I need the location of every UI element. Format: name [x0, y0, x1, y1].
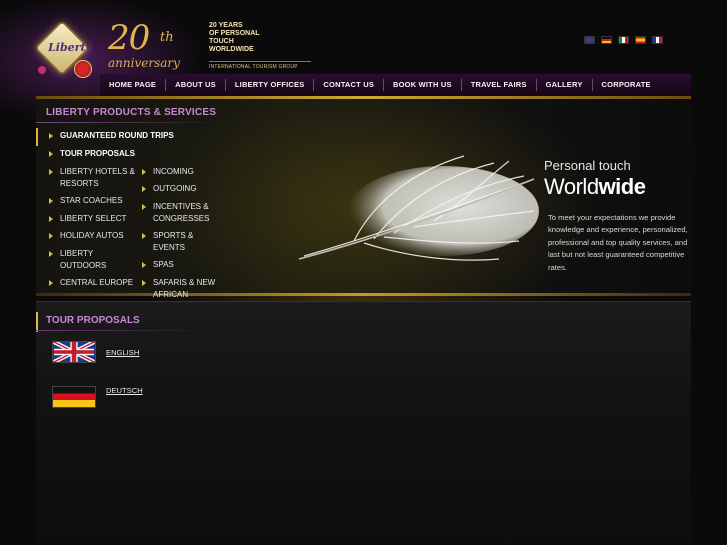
products-title: LIBERTY PRODUCTS & SERVICES [46, 107, 217, 118]
panel-title-underline [36, 330, 206, 331]
hero-top-rule [36, 96, 691, 99]
bullet-icon [49, 198, 53, 204]
nav-book-with-us[interactable]: BOOK WITH US [383, 79, 461, 91]
header: Liberty 20 th anniversary 20 YEARS OF PE… [34, 14, 691, 78]
anniversary-word: anniversary [108, 56, 180, 70]
uk-flag-icon[interactable] [52, 341, 96, 363]
menu-liberty-select[interactable]: LIBERTY SELECT [60, 213, 126, 225]
nav-liberty-offices[interactable]: LIBERTY OFFICES [224, 79, 314, 91]
hero-line-personal-touch: Personal touch [544, 158, 631, 173]
active-marker [36, 128, 38, 146]
language-link-english[interactable]: ENGLISH [106, 348, 139, 357]
liberty-logo[interactable]: Liberty [34, 20, 102, 78]
language-flags [584, 36, 663, 44]
germany-flag-icon[interactable] [601, 36, 612, 44]
tagline-line: WORLDWIDE [209, 46, 254, 53]
uk-flag-icon[interactable] [584, 36, 595, 44]
main-nav: HOME PAGE ABOUT US LIBERTY OFFICES CONTA… [100, 74, 691, 96]
bullet-icon [49, 133, 53, 139]
menu-holiday-autos[interactable]: HOLIDAY AUTOS [60, 230, 124, 242]
bullet-icon [142, 233, 146, 239]
menu-sports-events[interactable]: SPORTS & EVENTS [153, 230, 203, 253]
anniversary-suffix: th [160, 30, 174, 45]
feather-image [298, 155, 539, 261]
bullet-icon [49, 216, 53, 222]
bullet-icon [142, 280, 146, 286]
hero-world: World [544, 174, 599, 199]
bullet-icon [49, 151, 53, 157]
bullet-icon [49, 251, 53, 257]
menu-star-coaches[interactable]: STAR COACHES [60, 195, 123, 207]
menu-outgoing[interactable]: OUTGOING [153, 183, 197, 195]
tour-proposals-title: TOUR PROPOSALS [46, 315, 140, 326]
hero-description: To meet your expectations we provide kno… [548, 213, 688, 272]
menu-guaranteed-round-trips[interactable]: GUARANTEED ROUND TRIPS [60, 130, 174, 142]
tagline-line: 20 YEARS [209, 22, 243, 29]
hero-bottom-rule [36, 293, 691, 296]
anniversary-number: 20 [108, 18, 150, 58]
italy-flag-icon[interactable] [618, 36, 629, 44]
germany-flag-icon[interactable] [52, 386, 96, 408]
logo-seal-icon [74, 60, 92, 78]
menu-liberty-outdoors[interactable]: LIBERTY OUTDOORS [60, 248, 122, 271]
panel-marker [36, 312, 38, 332]
language-link-deutsch[interactable]: DEUTSCH [106, 386, 143, 395]
bullet-icon [142, 186, 146, 192]
spain-flag-icon[interactable] [635, 36, 646, 44]
nav-home-page[interactable]: HOME PAGE [100, 79, 165, 91]
products-title-underline [36, 122, 226, 123]
nav-about-us[interactable]: ABOUT US [165, 79, 225, 91]
hero-section: LIBERTY PRODUCTS & SERVICES GUARANTEED R… [36, 96, 691, 310]
menu-tour-proposals[interactable]: TOUR PROPOSALS [60, 148, 135, 160]
bullet-icon [49, 233, 53, 239]
tagline-line: OF PERSONAL [209, 30, 260, 37]
bullet-icon [142, 262, 146, 268]
france-flag-icon[interactable] [652, 36, 663, 44]
bullet-icon [142, 169, 146, 175]
group-tagline: INTERNATIONAL TOURISM GROUP [209, 61, 311, 70]
hero-line-worldwide: Worldwide [544, 174, 646, 200]
bullet-icon [142, 204, 146, 210]
menu-incentives-congresses[interactable]: INCENTIVES & CONGRESSES [153, 201, 219, 224]
hero-wide: wide [598, 174, 646, 199]
bullet-icon [49, 169, 53, 175]
nav-contact-us[interactable]: CONTACT US [313, 79, 383, 91]
logo-text: Liberty [48, 41, 92, 54]
tour-proposals-panel: TOUR PROPOSALS ENGLISH DEUTSCH [36, 301, 691, 545]
menu-liberty-hotels-resorts[interactable]: LIBERTY HOTELS & RESORTS [60, 166, 138, 189]
nav-corporate[interactable]: CORPORATE [591, 79, 660, 91]
logo-dot-icon [38, 66, 46, 74]
menu-incoming[interactable]: INCOMING [153, 166, 194, 178]
page-frame: Liberty 20 th anniversary 20 YEARS OF PE… [34, 14, 691, 545]
anniversary-mark: 20 th anniversary [108, 18, 198, 78]
menu-central-europe[interactable]: CENTRAL EUROPE [60, 277, 133, 289]
menu-spas[interactable]: SPAS [153, 259, 174, 271]
tagline: 20 YEARS OF PERSONAL TOUCH WORLDWIDE [209, 22, 309, 54]
nav-travel-fairs[interactable]: TRAVEL FAIRS [460, 79, 536, 91]
tagline-line: TOUCH [209, 38, 234, 45]
nav-gallery[interactable]: GALLERY [535, 79, 592, 91]
bullet-icon [49, 280, 53, 286]
